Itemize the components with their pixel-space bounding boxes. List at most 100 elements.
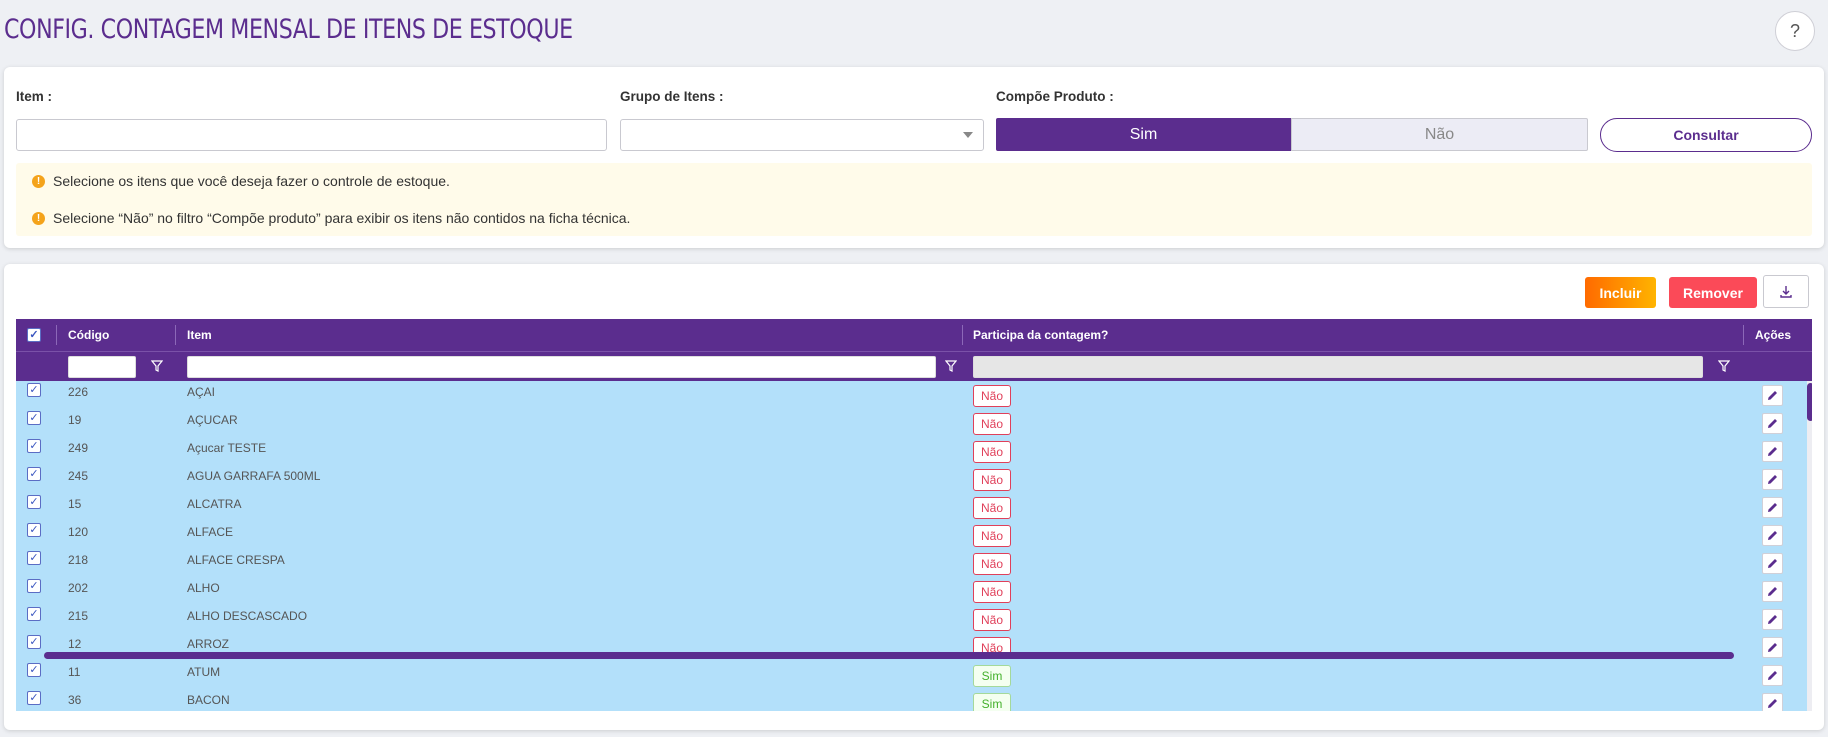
column-header-code[interactable]: Código [68,319,109,351]
column-header-participa[interactable]: Participa da contagem? [973,319,1108,351]
cell-code: 12 [68,637,82,651]
group-label: Grupo de Itens : [620,89,724,104]
filter-panel: Item : Grupo de Itens : Compõe Produto :… [4,67,1824,248]
include-button[interactable]: Incluir [1585,277,1656,308]
cell-code: 120 [68,525,89,539]
filter-icon[interactable] [945,360,957,372]
row-checkbox[interactable]: ✓ [27,635,41,649]
checkbox-icon: ✓ [27,691,41,705]
group-select[interactable] [620,119,984,151]
cell-code: 249 [68,441,89,455]
participa-filter-select[interactable] [973,356,1703,378]
cell-item: ALFACE [187,525,234,539]
grid-header: ✓ Código Item Participa da contagem? Açõ… [16,319,1812,351]
cell-code: 15 [68,497,82,511]
row-checkbox[interactable]: ✓ [27,523,41,537]
cell-item: Açucar TESTE [187,441,267,455]
table-row[interactable]: ✓ 215 ALHO DESCASCADO Não [16,605,1812,633]
row-checkbox[interactable]: ✓ [27,691,41,705]
cell-code: 11 [68,665,81,679]
table-row[interactable]: ✓ 19 AÇUCAR Não [16,409,1812,437]
table-row[interactable]: ✓ 218 ALFACE CRESPA Não [16,549,1812,577]
checkbox-icon: ✓ [27,328,41,342]
cell-item: ALHO DESCASCADO [187,609,308,623]
toggle-sim[interactable]: Sim [996,118,1291,151]
cell-item: ATUM [187,665,221,679]
table-row[interactable]: ✓ 36 BACON Sim [16,689,1812,711]
table-row[interactable]: ✓ 120 ALFACE Não [16,521,1812,549]
column-header-actions: Ações [1755,328,1792,342]
warning-icon: ! [32,174,45,188]
grid-filter-row [16,351,1812,381]
pencil-icon [1768,587,1777,596]
pencil-icon [1768,391,1777,400]
code-filter-input[interactable] [68,356,136,378]
cell-code: 226 [68,385,89,399]
edit-button[interactable] [1762,525,1783,546]
notice-text: Selecione os itens que você deseja fazer… [53,173,450,189]
edit-button[interactable] [1762,413,1783,434]
pencil-icon [1768,699,1777,708]
checkbox-icon: ✓ [27,439,41,453]
cell-item: ALFACE CRESPA [187,553,285,567]
checkbox-icon: ✓ [27,607,41,621]
edit-button[interactable] [1762,553,1783,574]
chevron-down-icon [963,132,973,138]
edit-button[interactable] [1762,665,1783,686]
notice-line: ! Selecione os itens que você deseja faz… [32,173,450,189]
column-separator [962,325,963,345]
pencil-icon [1768,643,1777,652]
row-checkbox[interactable]: ✓ [27,411,41,425]
row-checkbox[interactable]: ✓ [27,663,41,677]
checkbox-icon: ✓ [27,467,41,481]
table-row[interactable]: ✓ 249 Açucar TESTE Não [16,437,1812,465]
horizontal-scrollbar[interactable] [44,652,1734,659]
cell-item: ALHO [187,581,220,595]
column-separator [1743,325,1744,345]
edit-button[interactable] [1762,469,1783,490]
participa-badge: Não [973,385,1011,407]
item-input[interactable] [16,119,607,151]
table-row[interactable]: ✓ 202 ALHO Não [16,577,1812,605]
edit-button[interactable] [1762,441,1783,462]
table-row[interactable]: ✓ 11 ATUM Sim [16,661,1812,689]
checkbox-icon: ✓ [27,635,41,649]
select-all-checkbox[interactable]: ✓ [27,319,41,351]
row-checkbox[interactable]: ✓ [27,467,41,481]
table-row[interactable]: ✓ 15 ALCATRA Não [16,493,1812,521]
checkbox-icon: ✓ [27,551,41,565]
row-checkbox[interactable]: ✓ [27,607,41,621]
consult-button[interactable]: Consultar [1600,118,1812,152]
checkbox-icon: ✓ [27,523,41,537]
edit-button[interactable] [1762,385,1783,406]
filter-icon[interactable] [1718,360,1730,372]
export-button[interactable] [1763,275,1809,308]
participa-badge: Não [973,553,1011,575]
edit-button[interactable] [1762,693,1783,711]
checkbox-icon: ✓ [27,383,41,397]
pencil-icon [1768,615,1777,624]
download-icon [1780,285,1792,298]
participa-badge: Não [973,525,1011,547]
row-checkbox[interactable]: ✓ [27,579,41,593]
table-row[interactable]: ✓ 245 AGUA GARRAFA 500ML Não [16,465,1812,493]
edit-button[interactable] [1762,609,1783,630]
table-row[interactable]: ✓ 226 AÇAI Não [16,381,1812,409]
edit-button[interactable] [1762,581,1783,602]
pencil-icon [1768,419,1777,428]
edit-button[interactable] [1762,637,1783,658]
cell-code: 19 [68,413,82,427]
row-checkbox[interactable]: ✓ [27,551,41,565]
row-checkbox[interactable]: ✓ [27,383,41,397]
edit-button[interactable] [1762,497,1783,518]
item-filter-input[interactable] [187,356,936,378]
row-checkbox[interactable]: ✓ [27,439,41,453]
pencil-icon [1768,503,1777,512]
toggle-nao[interactable]: Não [1291,118,1588,151]
remove-button[interactable]: Remover [1669,277,1757,308]
column-header-item[interactable]: Item [187,319,212,351]
help-button[interactable]: ? [1775,11,1815,51]
cell-item: AGUA GARRAFA 500ML [187,469,321,483]
row-checkbox[interactable]: ✓ [27,495,41,509]
filter-icon[interactable] [151,360,163,372]
